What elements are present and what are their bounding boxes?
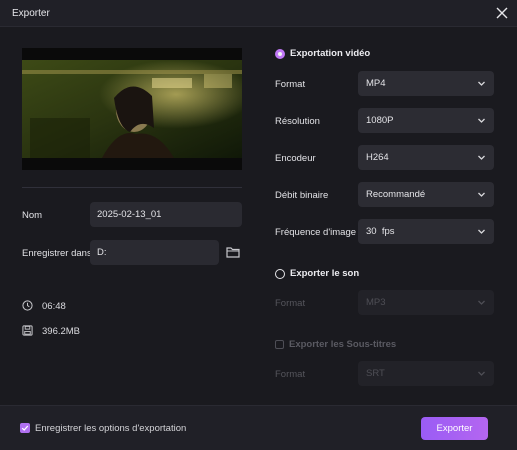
audio-export-heading: Exporter le son <box>290 268 360 279</box>
chevron-down-icon <box>478 118 485 123</box>
framerate-label: Fréquence d'image <box>275 227 357 238</box>
subtitles-format-label: Format <box>275 369 306 380</box>
resolution-select[interactable]: 1080P <box>358 108 494 133</box>
format-select[interactable]: MP4 <box>358 71 494 96</box>
subtitles-export-toggle: Exporter les Sous-titres <box>275 339 396 350</box>
duration-text: 06:48 <box>42 301 66 312</box>
resolution-label: Résolution <box>275 116 320 127</box>
video-preview <box>22 48 242 170</box>
clock-icon <box>22 300 33 311</box>
video-export-heading: Exportation vidéo <box>290 48 371 59</box>
format-value: MP4 <box>366 78 386 89</box>
title-bar: Exporter <box>0 0 517 27</box>
video-export-radio[interactable] <box>275 48 285 59</box>
audio-format-value: MP3 <box>366 297 386 308</box>
folder-icon[interactable] <box>226 246 240 258</box>
resolution-value: 1080P <box>366 115 394 126</box>
save-location-input[interactable]: D: <box>90 240 219 265</box>
export-button[interactable]: Exporter <box>421 417 488 440</box>
chevron-down-icon <box>478 192 485 197</box>
chevron-down-icon <box>478 155 485 160</box>
encoder-value: H264 <box>366 152 389 163</box>
remember-options-label: Enregistrer les options d'exportation <box>35 423 187 434</box>
framerate-select[interactable]: 30 fps <box>358 219 494 244</box>
chevron-down-icon <box>478 81 485 86</box>
subtitles-format-value: SRT <box>366 368 385 379</box>
encoder-select[interactable]: H264 <box>358 145 494 170</box>
encoder-label: Encodeur <box>275 153 316 164</box>
chevron-down-icon <box>478 300 485 305</box>
checkmark-icon <box>21 425 29 431</box>
window-title: Exporter <box>12 8 50 19</box>
preview-thumbnail <box>22 60 242 158</box>
audio-export-radio[interactable] <box>275 268 285 279</box>
subtitles-checkbox <box>275 340 284 349</box>
save-icon <box>22 325 33 336</box>
left-divider <box>22 187 242 188</box>
name-label: Nom <box>22 210 43 221</box>
close-icon[interactable] <box>494 5 510 21</box>
name-input[interactable]: 2025-02-13_01 <box>90 202 242 227</box>
subtitles-export-heading: Exporter les Sous-titres <box>289 339 397 350</box>
bitrate-label: Débit binaire <box>275 190 329 201</box>
save-location-label: Enregistrer dans <box>22 248 92 259</box>
footer-bar: Enregistrer les options d'exportation Ex… <box>0 405 517 450</box>
audio-format-select: MP3 <box>358 290 494 315</box>
remember-options-checkbox[interactable] <box>20 423 30 433</box>
audio-export-toggle[interactable]: Exporter le son <box>275 268 359 279</box>
audio-format-label: Format <box>275 298 306 309</box>
file-size-text: 396.2MB <box>42 326 81 337</box>
format-label: Format <box>275 79 306 90</box>
chevron-down-icon <box>478 229 485 234</box>
subtitles-format-select: SRT <box>358 361 494 386</box>
chevron-down-icon <box>478 371 485 376</box>
bitrate-value: Recommandé <box>366 189 426 200</box>
video-export-toggle[interactable]: Exportation vidéo <box>275 48 370 59</box>
bitrate-select[interactable]: Recommandé <box>358 182 494 207</box>
framerate-value: 30 fps <box>366 226 395 237</box>
